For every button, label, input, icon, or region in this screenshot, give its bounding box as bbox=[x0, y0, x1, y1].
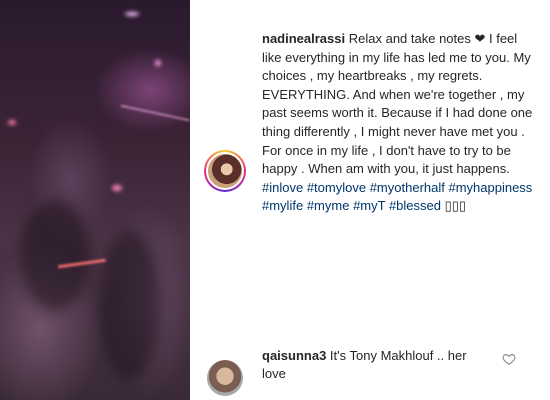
hashtag-link[interactable]: #inlove bbox=[262, 180, 303, 195]
photo-light bbox=[8, 120, 16, 125]
photo-laser-beam bbox=[120, 104, 190, 122]
author-avatar-image bbox=[206, 152, 244, 190]
author-avatar[interactable] bbox=[204, 150, 246, 192]
photo-shadow bbox=[100, 230, 160, 380]
photo-shadow bbox=[20, 200, 90, 310]
hashtag-link[interactable]: #tomylove bbox=[307, 180, 366, 195]
hashtag-link[interactable]: #blessed bbox=[389, 198, 441, 213]
hashtag-link[interactable]: #myhappiness bbox=[448, 180, 532, 195]
photo-light bbox=[125, 12, 139, 16]
photo-light bbox=[112, 185, 122, 191]
hashtag-link[interactable]: #myme bbox=[307, 198, 350, 213]
post-photo[interactable] bbox=[0, 0, 190, 400]
photo-light bbox=[155, 60, 161, 66]
hashtag-link[interactable]: #myT bbox=[353, 198, 385, 213]
caption-text: Relax and take notes ❤ I feel like every… bbox=[262, 31, 533, 177]
author-username-link[interactable]: nadinealrassi bbox=[262, 31, 345, 46]
post-caption: nadinealrassi Relax and take notes ❤ I f… bbox=[262, 30, 534, 216]
comment-item: qaisunna3 It's Tony Makhlouf .. her love bbox=[262, 347, 494, 383]
hashtag-link[interactable]: #myotherhalf bbox=[370, 180, 445, 195]
caption-emoji: ▯▯▯ bbox=[444, 198, 467, 214]
commenter-username-link[interactable]: qaisunna3 bbox=[262, 348, 326, 363]
commenter-avatar[interactable] bbox=[207, 360, 243, 396]
hashtag-link[interactable]: #mylife bbox=[262, 198, 303, 213]
heart-outline-icon[interactable] bbox=[502, 352, 516, 366]
